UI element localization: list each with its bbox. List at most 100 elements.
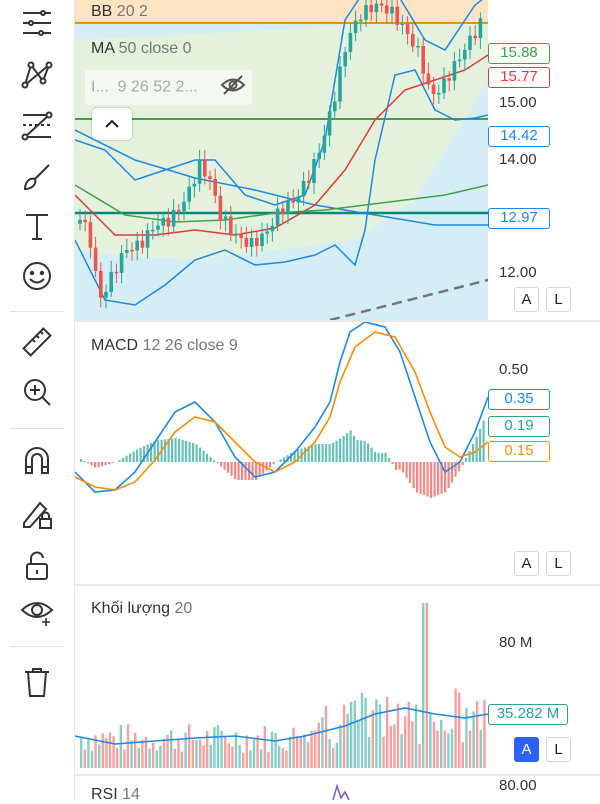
macd-histogram-bar [108,462,111,465]
magnet-icon[interactable] [17,441,57,481]
auto-scale-button[interactable]: A [514,287,539,312]
volume-bar [425,603,428,768]
chevron-up-icon [105,119,119,128]
toolbar-separator [10,311,64,312]
macd-histogram-bar [192,443,195,462]
volume-bar [245,735,248,768]
volume-bar [152,742,155,768]
price-candle [390,6,394,14]
zoom-in-icon[interactable] [17,372,57,412]
log-scale-button[interactable]: L [546,287,571,312]
unlock-icon[interactable] [17,546,57,586]
hidden-indicator-legend[interactable]: I... 9 26 52 2... [85,70,253,105]
macd-histogram-bar [370,447,373,462]
volume-bar [252,739,256,768]
chart-area[interactable]: BB 20 2 MA 50 close 0 I... 9 26 52 2... … [75,0,600,803]
price-candle [234,233,238,235]
toolbar-separator [10,428,64,429]
ma-legend[interactable]: MA 50 close 0 [91,40,192,58]
auto-scale-button[interactable]: A [514,737,539,762]
volume-bar [263,726,266,768]
macd-legend[interactable]: MACD 12 26 close 9 [91,337,238,355]
price-candle [312,159,316,183]
brush-icon[interactable] [17,157,57,197]
price-candle [182,201,186,212]
macd-histogram-bar [171,438,174,462]
macd-histogram-bar [391,462,394,465]
emoji-icon[interactable] [17,256,57,296]
macd-histogram-bar [356,440,359,462]
volume-bar [422,603,425,768]
price-candle [468,35,472,50]
volume-bar [368,736,371,768]
macd-histogram-bar [388,458,391,462]
macd-histogram-bar [447,462,450,488]
macd-histogram-bar [321,444,324,462]
log-scale-button[interactable]: L [546,737,571,762]
macd-histogram-bar [139,447,142,462]
volume-bar [292,727,295,768]
volume-bar [465,707,468,768]
rsi-legend[interactable]: RSI 14 [91,786,140,804]
log-scale-button[interactable]: L [546,551,571,576]
volume-bar [461,741,464,768]
price-candle [114,271,119,274]
volume-bar [342,704,346,768]
horizontal-line-value-tag: 12.97 [488,208,550,229]
volume-bar [296,736,299,768]
price-axis-label: 12.00 [499,264,537,281]
volume-bar [256,735,259,768]
volume-bar [123,749,126,768]
text-tool-icon[interactable] [17,206,57,246]
fib-levels-icon[interactable] [17,106,57,146]
macd-histogram-bar [279,459,282,462]
price-candle [286,200,290,215]
macd-histogram-bar [479,428,482,462]
trash-icon[interactable] [17,662,57,702]
volume-bar [134,732,137,768]
price-axis-label: 14.00 [499,151,537,168]
macd-histogram-bar [80,459,83,462]
macd-histogram-bar [426,462,429,497]
collapse-legend-button[interactable] [92,108,132,140]
trend-pattern-icon[interactable] [17,55,57,95]
price-candle [161,217,165,226]
volume-bar [411,720,414,768]
macd-histogram-bar [237,462,240,480]
macd-histogram-bar [409,462,412,483]
macd-histogram-bar [132,451,135,462]
volume-bar [386,696,389,768]
price-candle [364,5,368,20]
menu-lines-icon[interactable] [17,3,57,43]
macd-histogram-bar [227,462,230,473]
volume-bar [458,692,461,768]
volume-bar [371,710,374,768]
volume-bar [440,720,443,768]
price-candle [400,23,405,26]
macd-histogram-bar [185,441,188,462]
macd-histogram-bar [437,462,440,496]
price-candle [83,219,87,223]
volume-bar [267,752,270,768]
macd-histogram-bar [451,462,454,483]
volume-bar [310,730,313,768]
price-candle [218,195,223,221]
macd-histogram-bar [342,436,345,462]
ruler-icon[interactable] [17,322,57,362]
eye-hidden-icon[interactable] [220,74,246,101]
price-candle [93,247,98,271]
macd-axis-label: 0.50 [499,361,529,378]
macd-histogram-bar [346,433,349,462]
volume-legend[interactable]: Khối lượng 20 [91,600,192,618]
price-candle [395,6,399,25]
macd-histogram-bar [129,453,132,462]
auto-scale-button[interactable]: A [514,551,539,576]
bb-legend[interactable]: BB 20 2 [91,3,148,21]
ma-value-tag: 15.88 [488,43,550,64]
eye-icon[interactable] [17,592,57,632]
macd-histogram-bar [216,462,219,464]
volume-bar [476,700,479,768]
macd-histogram-bar [234,462,237,480]
volume-bar [238,744,241,768]
lock-drawing-icon[interactable] [17,494,57,534]
